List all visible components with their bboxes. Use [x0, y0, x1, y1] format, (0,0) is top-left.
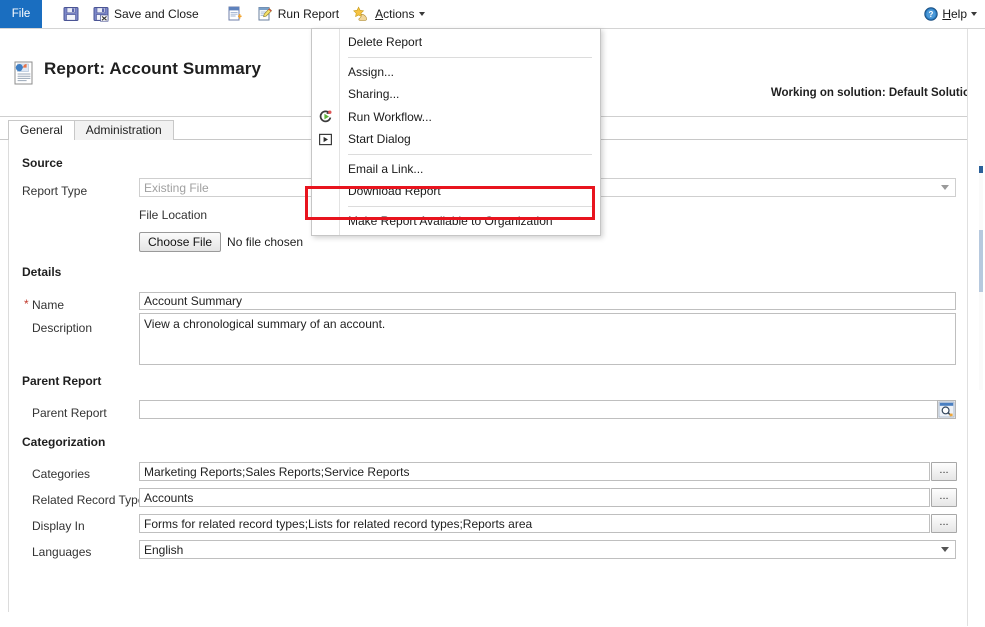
section-header-source: Source — [22, 156, 63, 170]
menu-item-label: Delete Report — [339, 35, 422, 49]
new-report-icon — [227, 6, 243, 22]
label-display-in: Display In — [32, 519, 85, 533]
menu-separator — [348, 154, 592, 155]
label-categories: Categories — [32, 467, 90, 481]
label-name: Name — [32, 298, 64, 312]
help-label: Help — [942, 7, 967, 21]
menu-item-label: Make Report Available to Organization — [339, 214, 553, 228]
menu-item-run-workflow[interactable]: Run Workflow... — [312, 106, 600, 129]
run-report-label: Run Report — [278, 8, 339, 20]
form-bottom-strip — [0, 612, 968, 626]
svg-text:?: ? — [929, 10, 934, 19]
label-file-location: File Location — [139, 208, 207, 222]
scrollbar-top-marker — [979, 166, 983, 173]
display-in-picker-button[interactable]: ... — [931, 514, 957, 533]
tab-general[interactable]: General — [8, 120, 75, 140]
start-dialog-icon — [312, 132, 339, 147]
description-textarea[interactable] — [139, 313, 956, 365]
label-report-type: Report Type — [22, 184, 87, 198]
solution-context-label: Working on solution: Default Solution — [771, 87, 977, 99]
label-languages: Languages — [32, 545, 91, 559]
report-record-icon — [12, 60, 36, 88]
languages-select[interactable] — [139, 540, 956, 559]
menu-item-download-report[interactable]: Download Report — [312, 180, 600, 203]
section-header-categorization: Categorization — [22, 435, 105, 449]
label-related-record-types: Related Record Types — [32, 493, 151, 507]
menu-item-label: Start Dialog — [339, 132, 411, 146]
menu-item-start-dialog[interactable]: Start Dialog — [312, 128, 600, 151]
save-button[interactable] — [56, 0, 86, 28]
menu-item-label: Download Report — [339, 184, 441, 198]
tab-general-label: General — [20, 123, 63, 137]
run-report-button[interactable]: Run Report — [250, 0, 346, 28]
chevron-down-icon-help — [971, 12, 977, 16]
actions-label: Actions — [375, 8, 414, 20]
form-left-divider — [8, 139, 9, 612]
menu-item-sharing[interactable]: Sharing... — [312, 83, 600, 106]
required-marker-name: * — [24, 297, 29, 311]
display-in-input[interactable] — [139, 514, 930, 533]
tab-administration-label: Administration — [86, 123, 162, 137]
save-and-close-button[interactable]: Save and Close — [86, 0, 206, 28]
categories-picker-button[interactable]: ... — [931, 462, 957, 481]
chevron-down-icon — [419, 12, 425, 16]
run-report-icon — [257, 6, 273, 22]
file-tab[interactable]: File — [0, 0, 42, 28]
parent-report-input[interactable] — [139, 400, 956, 419]
page-scrollbar[interactable] — [979, 160, 983, 390]
scrollbar-thumb[interactable] — [979, 230, 983, 292]
lookup-search-icon[interactable] — [937, 400, 956, 419]
menu-item-label: Assign... — [339, 65, 394, 79]
save-icon — [63, 6, 79, 22]
choose-file-button[interactable]: Choose File — [139, 232, 221, 252]
menu-item-delete-report[interactable]: Delete Report — [312, 31, 600, 54]
menu-item-label: Email a Link... — [339, 162, 423, 176]
actions-dropdown-menu: Delete Report Assign... Sharing... Run W… — [311, 28, 601, 236]
form-tabstrip: General Administration — [8, 120, 173, 140]
help-icon: ? — [924, 7, 938, 21]
menu-separator — [348, 206, 592, 207]
file-tab-label: File — [12, 8, 31, 20]
name-input[interactable] — [139, 292, 956, 310]
related-record-types-picker-button[interactable]: ... — [931, 488, 957, 507]
section-header-details: Details — [22, 265, 61, 279]
related-record-types-input[interactable] — [139, 488, 930, 507]
tab-administration[interactable]: Administration — [74, 120, 174, 140]
command-ribbon: File Save and Close — [0, 0, 985, 29]
save-and-close-icon — [93, 6, 109, 22]
label-description: Description — [32, 321, 92, 335]
menu-item-make-report-available-to-organization[interactable]: Make Report Available to Organization — [312, 210, 600, 233]
menu-separator — [348, 57, 592, 58]
new-button[interactable] — [220, 0, 250, 28]
run-workflow-icon — [312, 109, 339, 124]
file-picker: Choose File No file chosen — [139, 232, 303, 252]
categories-input[interactable] — [139, 462, 930, 481]
menu-item-label: Run Workflow... — [339, 110, 432, 124]
file-chosen-status: No file chosen — [227, 235, 303, 249]
actions-button[interactable]: Actions — [346, 0, 432, 28]
ribbon-spacer — [42, 0, 56, 28]
section-header-parent-report: Parent Report — [22, 374, 101, 388]
menu-item-assign[interactable]: Assign... — [312, 61, 600, 84]
help-menu-button[interactable]: ? Help — [924, 0, 985, 28]
ribbon-spacer-2 — [206, 0, 220, 28]
actions-icon — [353, 6, 370, 22]
page-title: Report: Account Summary — [44, 59, 261, 79]
menu-item-label: Sharing... — [339, 87, 399, 101]
save-and-close-label: Save and Close — [114, 8, 199, 20]
menu-item-email-a-link[interactable]: Email a Link... — [312, 158, 600, 181]
label-parent-report: Parent Report — [32, 406, 107, 420]
